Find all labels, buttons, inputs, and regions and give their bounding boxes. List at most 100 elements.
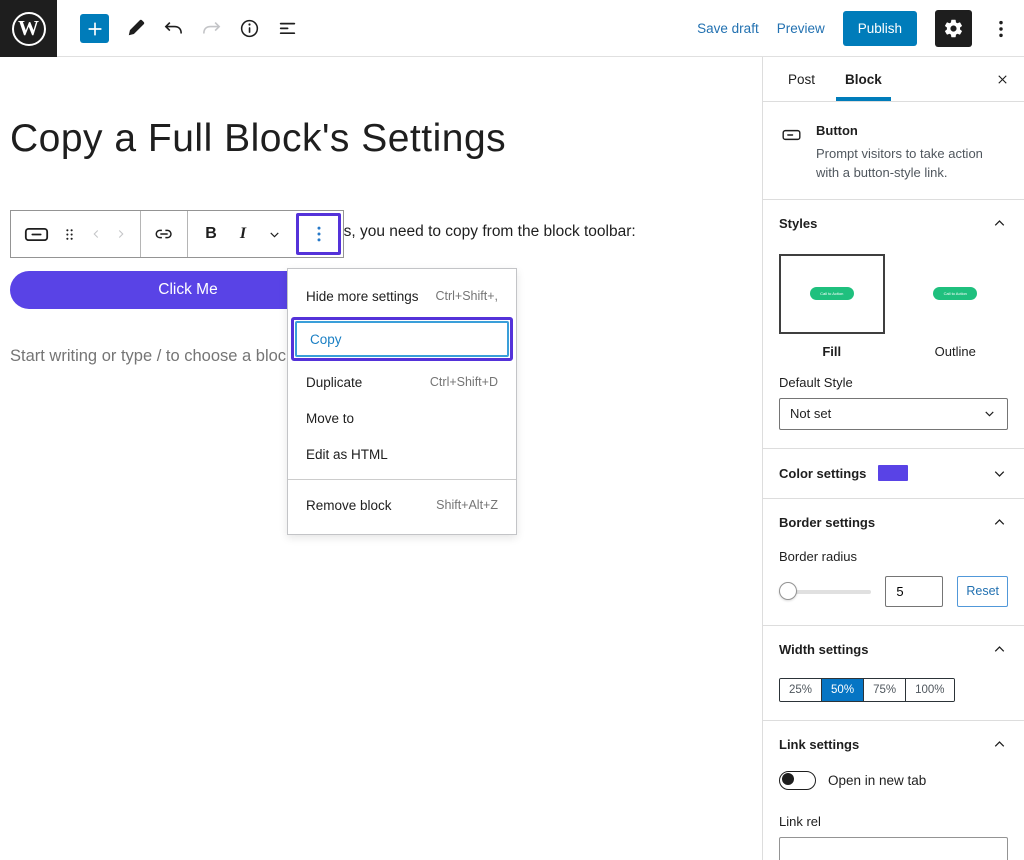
- border-radius-controls: Reset: [779, 576, 1008, 607]
- drag-handle[interactable]: [61, 225, 78, 244]
- chevron-right-icon: [114, 227, 128, 241]
- ellipsis-vertical-icon: [309, 222, 329, 246]
- list-view-button[interactable]: [276, 17, 299, 40]
- open-new-tab-toggle[interactable]: [779, 771, 816, 790]
- wordpress-logo[interactable]: W: [0, 0, 57, 57]
- width-option-75[interactable]: 75%: [864, 679, 906, 701]
- paragraph-block-text[interactable]: gs, you need to copy from the block tool…: [335, 223, 636, 241]
- menu-item-copy[interactable]: Copy: [295, 321, 509, 357]
- border-radius-input[interactable]: [885, 576, 943, 607]
- menu-item-remove-block[interactable]: Remove block Shift+Alt+Z: [288, 480, 516, 530]
- width-option-100[interactable]: 100%: [906, 679, 953, 701]
- reset-button[interactable]: Reset: [957, 576, 1008, 607]
- width-option-25[interactable]: 25%: [780, 679, 822, 701]
- button-block-type-button[interactable]: [23, 221, 50, 248]
- undo-button[interactable]: [162, 17, 185, 40]
- open-new-tab-row: Open in new tab: [779, 771, 1008, 790]
- save-draft-button[interactable]: Save draft: [697, 21, 759, 36]
- list-view-icon: [276, 17, 299, 40]
- details-button[interactable]: [238, 17, 261, 40]
- styles-panel-title: Styles: [779, 216, 817, 231]
- menu-item-shortcut: Shift+Alt+Z: [436, 498, 498, 512]
- width-settings-header[interactable]: Width settings: [779, 641, 1008, 658]
- color-swatch: [878, 465, 908, 481]
- move-up-button[interactable]: [89, 227, 103, 241]
- button-block-icon: [781, 122, 802, 148]
- publish-button[interactable]: Publish: [843, 11, 917, 46]
- border-settings-header[interactable]: Border settings: [779, 514, 1008, 531]
- wordpress-block-editor: W Save draft Preview Pub: [0, 0, 1024, 860]
- link-button[interactable]: [153, 223, 175, 245]
- block-card: Button Prompt visitors to take action wi…: [763, 102, 1024, 200]
- editor-canvas: Copy a Full Block's Settings gs, you nee…: [0, 57, 761, 860]
- width-options: 25% 50% 75% 100%: [779, 678, 955, 702]
- topbar-tools: [80, 0, 299, 57]
- info-icon: [238, 17, 261, 40]
- settings-toggle-button[interactable]: [935, 10, 972, 47]
- close-icon: [995, 72, 1010, 87]
- close-sidebar-button[interactable]: [995, 57, 1010, 101]
- menu-item-shortcut: Ctrl+Shift+D: [430, 375, 498, 389]
- block-toolbar: B I: [10, 210, 344, 258]
- menu-item-duplicate[interactable]: Duplicate Ctrl+Shift+D: [288, 364, 516, 400]
- chevron-up-icon: [991, 514, 1008, 531]
- block-options-menu: Hide more settings Ctrl+Shift+, Copy Dup…: [287, 268, 517, 535]
- redo-button[interactable]: [200, 17, 223, 40]
- default-style-select[interactable]: Not set: [779, 398, 1008, 430]
- move-down-button[interactable]: [114, 227, 128, 241]
- style-option-outline[interactable]: Call to Action Outline: [903, 254, 1009, 359]
- post-title[interactable]: Copy a Full Block's Settings: [10, 117, 506, 161]
- menu-item-label: Edit as HTML: [306, 447, 388, 462]
- italic-button[interactable]: I: [228, 217, 258, 251]
- style-option-fill[interactable]: Call to Action Fill: [779, 254, 885, 359]
- tab-block[interactable]: Block: [830, 57, 897, 101]
- style-preview-fill: Call to Action: [779, 254, 885, 334]
- link-settings-header[interactable]: Link settings: [779, 736, 1008, 753]
- settings-sidebar: Post Block Button Prompt visitors to tak…: [762, 57, 1024, 860]
- border-radius-label: Border radius: [779, 549, 1008, 564]
- gear-icon: [943, 18, 964, 39]
- menu-item-label: Hide more settings: [306, 289, 419, 304]
- color-settings-header[interactable]: Color settings: [763, 449, 1024, 499]
- menu-item-hide-more-settings[interactable]: Hide more settings Ctrl+Shift+,: [288, 278, 516, 314]
- width-settings-title: Width settings: [779, 642, 868, 657]
- plus-icon: [84, 18, 106, 40]
- default-style-label: Default Style: [779, 375, 1008, 390]
- block-options-button[interactable]: [299, 216, 338, 252]
- bold-button[interactable]: B: [196, 217, 226, 251]
- menu-item-move-to[interactable]: Move to: [288, 400, 516, 436]
- menu-item-edit-as-html[interactable]: Edit as HTML: [288, 436, 516, 472]
- wordpress-logo-icon: W: [12, 12, 46, 46]
- chevron-left-icon: [89, 227, 103, 241]
- block-card-title: Button: [816, 123, 1008, 138]
- chevron-up-icon: [991, 736, 1008, 753]
- more-formats-button[interactable]: [260, 217, 288, 251]
- topbar-actions: Save draft Preview Publish: [697, 0, 1012, 57]
- border-settings-title: Border settings: [779, 515, 875, 530]
- options-button-highlight: [296, 213, 341, 255]
- button-block-icon: [23, 221, 50, 248]
- undo-icon: [162, 17, 185, 40]
- link-settings-title: Link settings: [779, 737, 859, 752]
- link-rel-input[interactable]: [779, 837, 1008, 860]
- toolbar-group-block: [11, 211, 141, 257]
- ellipsis-vertical-icon: [990, 16, 1012, 42]
- block-card-description: Prompt visitors to take action with a bu…: [816, 145, 1008, 183]
- add-block-button[interactable]: [80, 14, 109, 43]
- link-icon: [153, 223, 175, 245]
- edit-mode-button[interactable]: [124, 17, 147, 40]
- menu-item-label: Remove block: [306, 498, 392, 513]
- styles-panel-header[interactable]: Styles: [779, 215, 1008, 232]
- border-radius-slider[interactable]: [779, 582, 871, 600]
- width-option-50[interactable]: 50%: [822, 679, 864, 701]
- slider-thumb[interactable]: [779, 582, 797, 600]
- more-options-button[interactable]: [990, 16, 1012, 42]
- tab-post[interactable]: Post: [773, 57, 830, 101]
- preview-button[interactable]: Preview: [777, 21, 825, 36]
- open-new-tab-label: Open in new tab: [828, 773, 926, 788]
- empty-block-placeholder[interactable]: Start writing or type / to choose a bloc: [10, 347, 286, 366]
- style-preview-outline: Call to Action: [903, 254, 1009, 334]
- style-label-fill: Fill: [779, 344, 885, 359]
- width-settings-panel: Width settings 25% 50% 75% 100%: [763, 626, 1024, 721]
- menu-item-shortcut: Ctrl+Shift+,: [435, 289, 498, 303]
